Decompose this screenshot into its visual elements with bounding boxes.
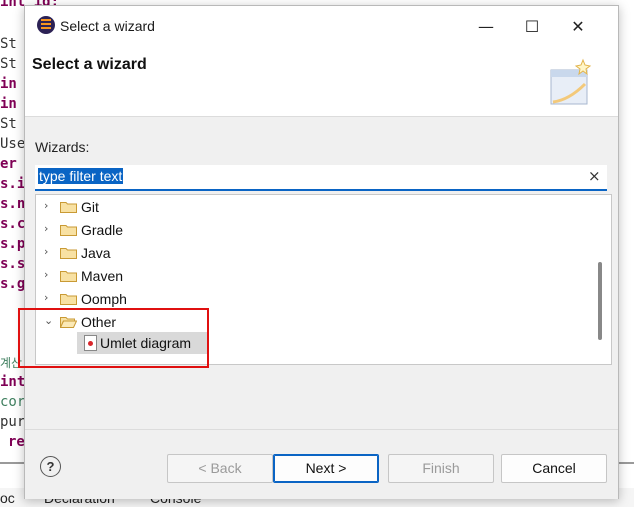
chevron-right-icon[interactable]: › [44,291,48,304]
wizard-content: Wizards: type filter text × › Git › Grad… [18,117,618,427]
select-wizard-dialog: Select a wizard — ☐ ✕ Select a wizard Wi… [18,5,619,499]
chevron-right-icon[interactable]: › [44,268,48,281]
code-line: s.i [0,176,26,192]
code-line: re [8,434,25,450]
tree-item-java[interactable]: › Java [36,242,591,264]
tree-item-label: Oomph [81,291,127,307]
code-line: s.g [0,276,26,292]
code-line: St [0,56,17,72]
eclipse-logo-icon [37,16,55,34]
code-line: Use [0,136,26,152]
code-line: in [0,76,17,92]
code-line: s.c [0,216,26,232]
chevron-right-icon[interactable]: › [44,222,48,235]
tree-item-oomph[interactable]: › Oomph [36,288,591,310]
code-line: s.p [0,236,26,252]
tree-item-label: Java [81,245,111,261]
folder-icon [60,271,77,282]
folder-icon [60,225,77,236]
wizard-banner: Select a wizard [25,46,618,117]
tree-item-git[interactable]: › Git [36,196,591,218]
finish-button[interactable]: Finish [388,454,494,483]
close-button[interactable]: ✕ [555,6,601,46]
filter-input-text[interactable]: type filter text [38,168,124,184]
code-line: s.n [0,196,26,212]
tree-item-maven[interactable]: › Maven [36,265,591,287]
chevron-right-icon[interactable]: › [44,199,48,212]
filter-input[interactable]: type filter text × [35,165,607,191]
wizard-banner-icon [550,58,592,105]
scrollbar-thumb[interactable] [598,262,602,340]
folder-icon [60,248,77,259]
dialog-title: Select a wizard [60,18,155,34]
tree-item-label: Maven [81,268,124,284]
back-button[interactable]: < Back [167,454,273,483]
annotation-highlight-box [18,308,209,368]
code-line: cor [0,394,26,410]
code-line: St [0,36,17,52]
folder-icon [60,202,77,213]
cancel-button[interactable]: Cancel [501,454,607,483]
help-icon[interactable]: ? [40,456,61,477]
tree-scrollbar[interactable] [593,195,611,364]
tree-item-gradle[interactable]: › Gradle [36,219,591,241]
code-line: er [0,156,17,172]
code-line: int [0,374,26,390]
code-line: St [0,116,17,132]
clear-filter-icon[interactable]: × [588,167,601,185]
dialog-footer: ? < Back Next > Finish Cancel [25,429,618,499]
minimize-button[interactable]: — [463,6,509,46]
banner-title: Select a wizard [32,56,147,73]
folder-icon [60,294,77,305]
code-line: pur [0,414,26,430]
chevron-right-icon[interactable]: › [44,245,48,258]
code-line: s.s [0,256,26,272]
tree-item-label: Git [81,199,99,215]
next-button[interactable]: Next > [273,454,379,483]
wizards-label: Wizards: [35,139,90,155]
dialog-titlebar[interactable]: Select a wizard — ☐ ✕ [25,6,618,46]
tab-javadoc[interactable]: oc [0,490,15,506]
maximize-button[interactable]: ☐ [509,6,555,46]
code-line: in [0,96,17,112]
tree-item-label: Gradle [81,222,124,238]
